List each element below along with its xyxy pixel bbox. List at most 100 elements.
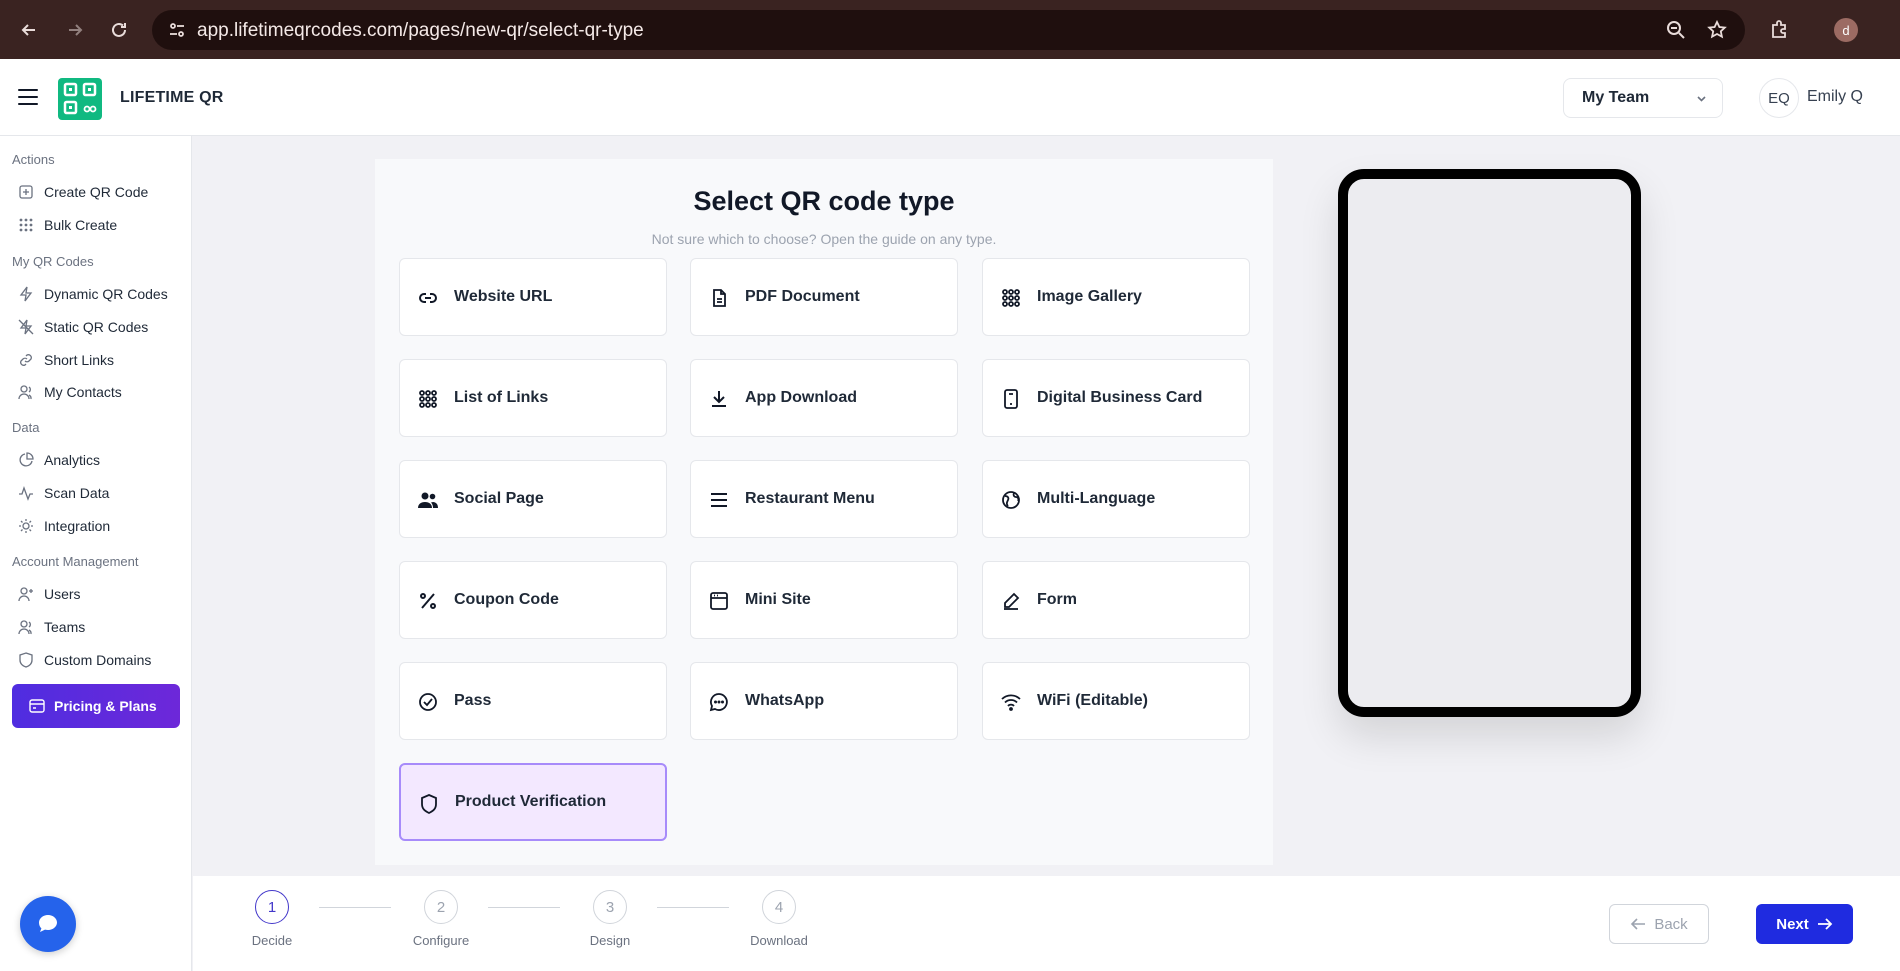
step-connector xyxy=(319,907,391,908)
sidebar-section-account-management: Account Management xyxy=(12,554,139,569)
wifi-icon xyxy=(1001,694,1021,711)
step-3-label: Design xyxy=(589,933,631,948)
qr-type-app-download[interactable]: App Download xyxy=(690,359,958,437)
sidebar-section-data: Data xyxy=(12,420,40,435)
team-selector[interactable]: My Team xyxy=(1563,78,1723,118)
qr-type-multi-language[interactable]: Multi-Language xyxy=(982,460,1250,538)
pricing-plans-button[interactable]: Pricing & Plans xyxy=(12,684,180,728)
contacts-icon xyxy=(18,385,32,400)
main-content: Select QR code type Not sure which to ch… xyxy=(193,136,1900,876)
qr-type-digital-business-card[interactable]: Digital Business Card xyxy=(982,359,1250,437)
users-icon xyxy=(18,620,32,635)
sidebar-item-custom-domains[interactable]: Custom Domains xyxy=(18,648,151,672)
sidebar-item-users[interactable]: Users xyxy=(18,582,81,606)
sidebar-item-my-contacts[interactable]: My Contacts xyxy=(18,380,122,404)
step-1-label: Decide xyxy=(251,933,293,948)
user-name[interactable]: Emily Q xyxy=(1807,88,1863,106)
bolt-icon xyxy=(19,286,33,302)
sidebar-item-integration[interactable]: Integration xyxy=(18,514,110,538)
arrow-right-icon xyxy=(1817,918,1833,930)
sidebar-section-my-qr-codes: My QR Codes xyxy=(12,254,94,269)
sidebar-item-dynamic-qr-codes[interactable]: Dynamic QR Codes xyxy=(18,282,168,306)
pie-chart-icon xyxy=(19,452,34,467)
qr-type-list-of-links[interactable]: List of Links xyxy=(399,359,667,437)
qr-type-website-url[interactable]: Website URL xyxy=(399,258,667,336)
bookmark-star-icon[interactable] xyxy=(1707,20,1727,40)
globe-icon xyxy=(1002,491,1020,509)
sidebar: Actions Create QR Code Bulk Create My QR… xyxy=(0,136,192,971)
step-connector xyxy=(488,907,560,908)
plug-icon xyxy=(19,519,33,533)
credit-card-icon xyxy=(29,699,45,713)
grid-icon xyxy=(19,218,33,232)
browser-icon xyxy=(710,592,728,610)
forward-arrow-icon[interactable] xyxy=(60,15,90,45)
back-button[interactable]: Back xyxy=(1609,904,1709,944)
qr-type-mini-site[interactable]: Mini Site xyxy=(690,561,958,639)
chat-support-button[interactable] xyxy=(20,896,76,952)
step-1-circle[interactable]: 1 xyxy=(255,890,289,924)
qr-type-pass[interactable]: Pass xyxy=(399,662,667,740)
step-connector xyxy=(657,907,729,908)
link-icon xyxy=(419,293,437,303)
bolt-off-icon xyxy=(18,319,34,335)
chevron-down-icon xyxy=(1697,96,1706,102)
sidebar-item-analytics[interactable]: Analytics xyxy=(18,448,100,472)
reload-icon[interactable] xyxy=(104,15,134,45)
lifetime-qr-logo[interactable] xyxy=(58,78,102,120)
arrow-left-icon xyxy=(1631,918,1646,930)
address-bar[interactable]: app.lifetimeqrcodes.com/pages/new-qr/sel… xyxy=(152,10,1745,50)
user-avatar[interactable]: EQ xyxy=(1759,78,1799,118)
qr-type-restaurant-menu[interactable]: Restaurant Menu xyxy=(690,460,958,538)
step-2-circle[interactable]: 2 xyxy=(424,890,458,924)
step-3-circle[interactable]: 3 xyxy=(593,890,627,924)
extensions-icon[interactable] xyxy=(1768,18,1792,42)
url-text: app.lifetimeqrcodes.com/pages/new-qr/sel… xyxy=(197,20,644,41)
brand-name: LIFETIME QR xyxy=(120,89,224,106)
qr-type-coupon-code[interactable]: Coupon Code xyxy=(399,561,667,639)
sidebar-item-short-links[interactable]: Short Links xyxy=(18,348,114,372)
sidebar-item-scan-data[interactable]: Scan Data xyxy=(18,481,109,505)
qr-type-image-gallery[interactable]: Image Gallery xyxy=(982,258,1250,336)
site-info-icon[interactable] xyxy=(168,21,186,39)
zoom-icon[interactable] xyxy=(1666,20,1686,40)
shield-icon xyxy=(19,652,33,668)
pen-icon xyxy=(1004,592,1020,610)
qr-type-product-verification[interactable]: Product Verification xyxy=(399,763,667,841)
qr-type-form[interactable]: Form xyxy=(982,561,1250,639)
team-selector-value: My Team xyxy=(1582,89,1650,106)
user-plus-icon xyxy=(18,587,33,602)
page-subtitle: Not sure which to choose? Open the guide… xyxy=(651,231,997,247)
qr-type-pdf-document[interactable]: PDF Document xyxy=(690,258,958,336)
qr-type-panel: Select QR code type Not sure which to ch… xyxy=(375,159,1273,865)
sidebar-item-bulk-create[interactable]: Bulk Create xyxy=(18,213,117,237)
shield-icon xyxy=(421,794,437,814)
step-4-circle[interactable]: 4 xyxy=(762,890,796,924)
qr-type-wifi[interactable]: WiFi (Editable) xyxy=(982,662,1250,740)
menu-lines-icon xyxy=(711,493,727,507)
back-arrow-icon[interactable] xyxy=(14,15,44,45)
plus-square-icon xyxy=(19,185,33,199)
sidebar-section-actions: Actions xyxy=(12,152,55,167)
next-button[interactable]: Next xyxy=(1756,904,1853,944)
step-2-label: Configure xyxy=(412,933,470,948)
sidebar-item-static-qr-codes[interactable]: Static QR Codes xyxy=(18,315,148,339)
page-title: Select QR code type xyxy=(693,186,955,216)
hamburger-menu-icon[interactable] xyxy=(18,89,38,105)
wizard-footer: 1 Decide 2 Configure 3 Design 4 Download… xyxy=(193,876,1900,971)
activity-icon xyxy=(19,486,33,501)
check-circle-icon xyxy=(419,693,437,711)
grid-dots-icon xyxy=(419,390,437,408)
file-icon xyxy=(713,289,726,307)
qr-type-whatsapp[interactable]: WhatsApp xyxy=(690,662,958,740)
grid-dots-icon xyxy=(1002,289,1020,307)
qr-type-social-page[interactable]: Social Page xyxy=(399,460,667,538)
app-header: LIFETIME QR My Team EQ Emily Q xyxy=(0,59,1900,136)
chat-icon xyxy=(39,915,57,932)
phone-preview xyxy=(1338,169,1641,717)
browser-profile-avatar[interactable]: d xyxy=(1834,18,1858,42)
sidebar-item-create-qr-code[interactable]: Create QR Code xyxy=(18,180,148,204)
browser-toolbar: app.lifetimeqrcodes.com/pages/new-qr/sel… xyxy=(0,0,1900,59)
link-icon xyxy=(20,354,32,366)
sidebar-item-teams[interactable]: Teams xyxy=(18,615,85,639)
